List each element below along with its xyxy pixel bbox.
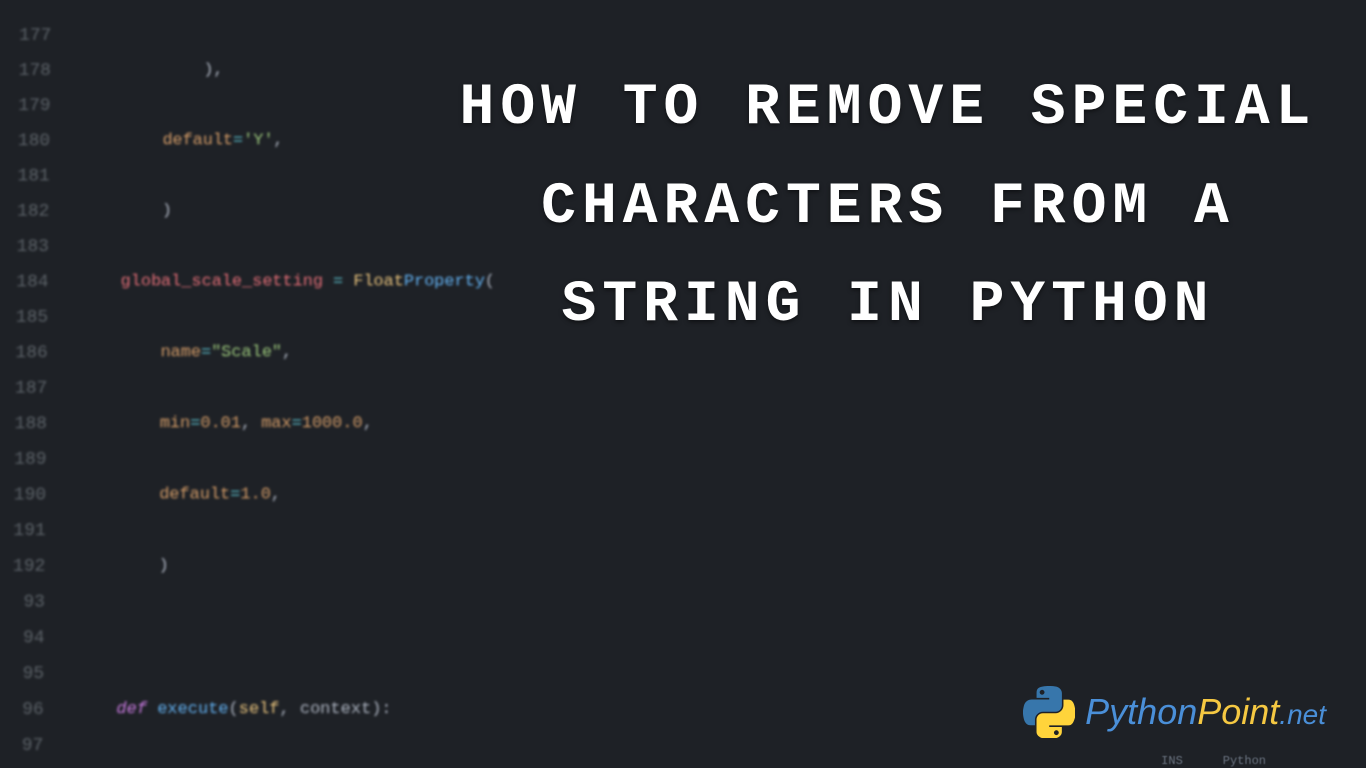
site-branding: PythonPoint.net <box>1023 686 1326 738</box>
line-number: 187 <box>4 371 59 407</box>
line-number: 93 <box>2 585 57 621</box>
line-number: 180 <box>7 124 62 159</box>
brand-part-point: Point <box>1197 691 1279 732</box>
brand-part-python: Python <box>1085 691 1197 732</box>
line-number: 178 <box>8 53 63 88</box>
line-number: 188 <box>4 407 59 443</box>
line-number-gutter: 177 178 179 180 181 182 183 184 185 186 … <box>0 11 63 768</box>
code-line: ) <box>77 549 1364 585</box>
article-title: HOW TO REMOVE SPECIAL CHARACTERS FROM A … <box>450 60 1326 356</box>
line-number: 184 <box>6 265 61 300</box>
line-number: 95 <box>1 656 56 692</box>
line-number: 189 <box>3 442 58 478</box>
python-logo-icon <box>1023 686 1075 738</box>
line-number: 183 <box>6 229 61 264</box>
brand-part-net: .net <box>1279 699 1326 730</box>
brand-name: PythonPoint.net <box>1085 691 1326 733</box>
line-number: 98 <box>0 764 55 768</box>
code-line <box>76 620 1364 656</box>
status-mode: INS <box>1161 754 1183 768</box>
line-number: 181 <box>7 159 62 194</box>
line-number: 177 <box>9 18 64 53</box>
line-number: 190 <box>3 478 58 514</box>
line-number: 96 <box>0 692 55 728</box>
editor-status-bar: INS Python <box>1161 754 1266 768</box>
line-number: 97 <box>0 728 55 764</box>
code-line: min=0.01, max=1000.0, <box>78 407 1362 443</box>
line-number: 192 <box>2 549 57 585</box>
line-number: 186 <box>5 336 60 371</box>
line-number: 94 <box>1 620 56 656</box>
line-number: 185 <box>5 300 60 335</box>
line-number: 191 <box>3 513 58 549</box>
line-number: 179 <box>8 89 63 124</box>
status-language: Python <box>1223 754 1266 768</box>
code-line: default=1.0, <box>78 478 1363 514</box>
line-number: 182 <box>6 194 61 229</box>
